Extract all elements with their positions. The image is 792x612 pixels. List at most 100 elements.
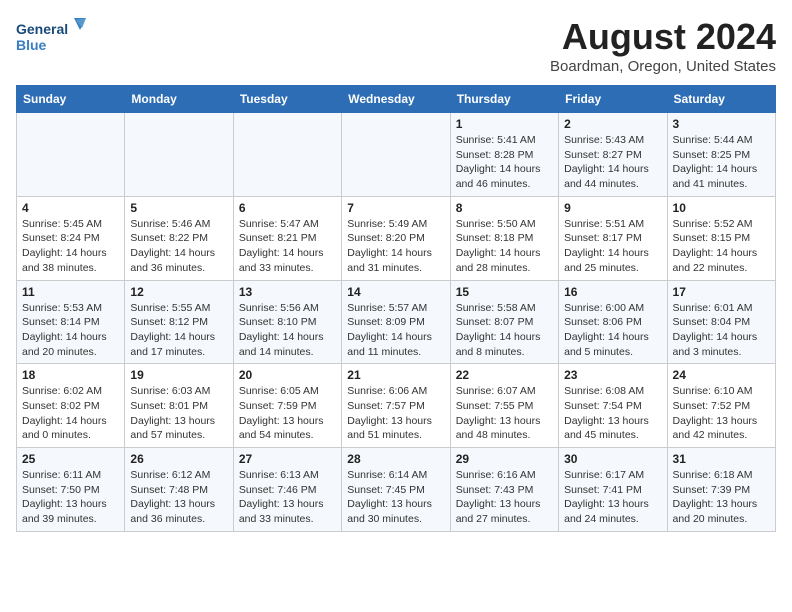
day-info: Sunrise: 6:00 AM Sunset: 8:06 PM Dayligh… [564,302,649,358]
calendar-cell: 19Sunrise: 6:03 AM Sunset: 8:01 PM Dayli… [125,364,233,448]
day-number: 7 [347,201,444,215]
day-number: 16 [564,285,661,299]
header: General Blue August 2024 Boardman, Orego… [16,16,776,75]
day-number: 22 [456,368,553,382]
calendar-cell: 31 Sunrise: 6:18 AM Sunset: 7:39 PM Dayli… [667,448,775,532]
day-info: Sunrise: 5:41 AM Sunset: 8:28 PM Dayligh… [456,134,541,190]
calendar-cell [342,113,450,197]
day-number: 25 [22,452,119,466]
day-number: 2 [564,117,661,131]
calendar-cell: 6Sunrise: 5:47 AM Sunset: 8:21 PM Daylig… [233,196,341,280]
calendar-week-1: 1 Sunrise: 5:41 AM Sunset: 8:28 PM Daylig… [17,113,776,197]
day-info: Sunrise: 5:46 AM Sunset: 8:22 PM Dayligh… [130,218,215,274]
day-info: Sunrise: 6:14 AM Sunset: 7:45 PM Dayligh… [347,469,432,525]
calendar-week-5: 25 Sunrise: 6:11 AM Sunset: 7:50 PM Dayli… [17,448,776,532]
day-header-wednesday: Wednesday [342,86,450,113]
logo-svg: General Blue [16,16,86,60]
calendar-cell: 16 Sunrise: 6:00 AM Sunset: 8:06 PM Dayli… [559,280,667,364]
day-number: 26 [130,452,227,466]
day-info: Sunrise: 5:43 AM Sunset: 8:27 PM Dayligh… [564,134,649,190]
day-number: 21 [347,368,444,382]
calendar-cell: 15 Sunrise: 5:58 AM Sunset: 8:07 PM Dayli… [450,280,558,364]
day-info: Sunrise: 5:44 AM Sunset: 8:25 PM Dayligh… [673,134,758,190]
day-info: Sunrise: 5:56 AM Sunset: 8:10 PM Dayligh… [239,302,324,358]
calendar-header-row: SundayMondayTuesdayWednesdayThursdayFrid… [17,86,776,113]
calendar-table: SundayMondayTuesdayWednesdayThursdayFrid… [16,85,776,532]
calendar-cell: 4 Sunrise: 5:45 AM Sunset: 8:24 PM Daylig… [17,196,125,280]
svg-text:Blue: Blue [16,37,47,53]
calendar-cell: 5 Sunrise: 5:46 AM Sunset: 8:22 PM Daylig… [125,196,233,280]
day-info: Sunrise: 6:11 AM Sunset: 7:50 PM Dayligh… [22,469,107,525]
day-number: 15 [456,285,553,299]
calendar-cell: 25 Sunrise: 6:11 AM Sunset: 7:50 PM Dayli… [17,448,125,532]
day-number: 31 [673,452,770,466]
calendar-cell: 24Sunrise: 6:10 AM Sunset: 7:52 PM Dayli… [667,364,775,448]
day-number: 8 [456,201,553,215]
day-number: 9 [564,201,661,215]
day-number: 17 [673,285,770,299]
calendar-cell [17,113,125,197]
day-number: 24 [673,368,770,382]
day-number: 5 [130,201,227,215]
day-info: Sunrise: 5:58 AM Sunset: 8:07 PM Dayligh… [456,302,541,358]
day-info: Sunrise: 6:05 AM Sunset: 7:59 PM Dayligh… [239,385,324,441]
day-info: Sunrise: 5:53 AM Sunset: 8:14 PM Dayligh… [22,302,107,358]
day-info: Sunrise: 5:49 AM Sunset: 8:20 PM Dayligh… [347,218,432,274]
calendar-body: 1 Sunrise: 5:41 AM Sunset: 8:28 PM Daylig… [17,113,776,532]
calendar-cell: 7 Sunrise: 5:49 AM Sunset: 8:20 PM Daylig… [342,196,450,280]
svg-text:General: General [16,21,68,37]
calendar-cell: 20Sunrise: 6:05 AM Sunset: 7:59 PM Dayli… [233,364,341,448]
day-number: 23 [564,368,661,382]
day-info: Sunrise: 6:02 AM Sunset: 8:02 PM Dayligh… [22,385,107,441]
day-info: Sunrise: 6:01 AM Sunset: 8:04 PM Dayligh… [673,302,758,358]
day-info: Sunrise: 6:16 AM Sunset: 7:43 PM Dayligh… [456,469,541,525]
day-info: Sunrise: 5:55 AM Sunset: 8:12 PM Dayligh… [130,302,215,358]
calendar-week-4: 18 Sunrise: 6:02 AM Sunset: 8:02 PM Dayli… [17,364,776,448]
day-number: 10 [673,201,770,215]
day-number: 13 [239,285,336,299]
day-number: 28 [347,452,444,466]
day-number: 6 [239,201,336,215]
calendar-cell: 10Sunrise: 5:52 AM Sunset: 8:15 PM Dayli… [667,196,775,280]
calendar-cell: 2 Sunrise: 5:43 AM Sunset: 8:27 PM Daylig… [559,113,667,197]
calendar-cell: 11Sunrise: 5:53 AM Sunset: 8:14 PM Dayli… [17,280,125,364]
day-info: Sunrise: 6:08 AM Sunset: 7:54 PM Dayligh… [564,385,649,441]
subtitle: Boardman, Oregon, United States [550,58,776,75]
title-area: August 2024 Boardman, Oregon, United Sta… [550,16,776,75]
calendar-cell: 26Sunrise: 6:12 AM Sunset: 7:48 PM Dayli… [125,448,233,532]
day-header-monday: Monday [125,86,233,113]
calendar-cell: 29 Sunrise: 6:16 AM Sunset: 7:43 PM Dayli… [450,448,558,532]
day-number: 29 [456,452,553,466]
day-number: 3 [673,117,770,131]
day-number: 18 [22,368,119,382]
day-info: Sunrise: 6:18 AM Sunset: 7:39 PM Dayligh… [673,469,758,525]
day-number: 4 [22,201,119,215]
calendar-cell: 9 Sunrise: 5:51 AM Sunset: 8:17 PM Daylig… [559,196,667,280]
day-header-saturday: Saturday [667,86,775,113]
day-info: Sunrise: 6:06 AM Sunset: 7:57 PM Dayligh… [347,385,432,441]
calendar-cell: 3 Sunrise: 5:44 AM Sunset: 8:25 PM Daylig… [667,113,775,197]
calendar-cell: 8 Sunrise: 5:50 AM Sunset: 8:18 PM Daylig… [450,196,558,280]
day-info: Sunrise: 5:50 AM Sunset: 8:18 PM Dayligh… [456,218,541,274]
calendar-cell: 17 Sunrise: 6:01 AM Sunset: 8:04 PM Dayli… [667,280,775,364]
calendar-week-3: 11Sunrise: 5:53 AM Sunset: 8:14 PM Dayli… [17,280,776,364]
calendar-cell: 18 Sunrise: 6:02 AM Sunset: 8:02 PM Dayli… [17,364,125,448]
calendar-cell: 22 Sunrise: 6:07 AM Sunset: 7:55 PM Dayli… [450,364,558,448]
calendar-cell [233,113,341,197]
day-info: Sunrise: 6:13 AM Sunset: 7:46 PM Dayligh… [239,469,324,525]
main-title: August 2024 [550,16,776,58]
day-number: 14 [347,285,444,299]
day-info: Sunrise: 5:45 AM Sunset: 8:24 PM Dayligh… [22,218,107,274]
day-info: Sunrise: 6:07 AM Sunset: 7:55 PM Dayligh… [456,385,541,441]
day-number: 1 [456,117,553,131]
calendar-cell: 27 Sunrise: 6:13 AM Sunset: 7:46 PM Dayli… [233,448,341,532]
day-info: Sunrise: 5:51 AM Sunset: 8:17 PM Dayligh… [564,218,649,274]
day-number: 19 [130,368,227,382]
calendar-cell: 23 Sunrise: 6:08 AM Sunset: 7:54 PM Dayli… [559,364,667,448]
day-header-sunday: Sunday [17,86,125,113]
calendar-cell: 21 Sunrise: 6:06 AM Sunset: 7:57 PM Dayli… [342,364,450,448]
day-number: 27 [239,452,336,466]
calendar-cell [125,113,233,197]
calendar-cell: 12Sunrise: 5:55 AM Sunset: 8:12 PM Dayli… [125,280,233,364]
calendar-cell: 13 Sunrise: 5:56 AM Sunset: 8:10 PM Dayli… [233,280,341,364]
